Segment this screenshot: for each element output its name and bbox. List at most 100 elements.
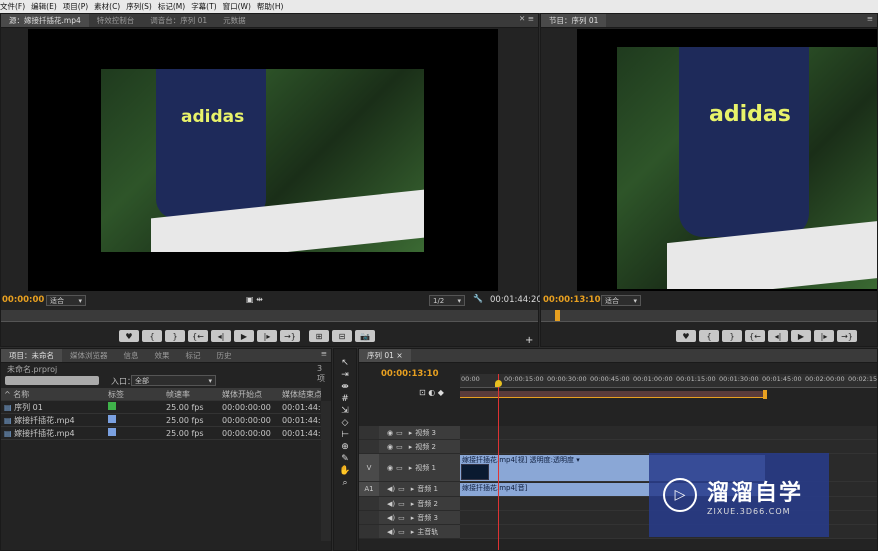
tab-metadata[interactable]: 元数据 (215, 14, 254, 27)
column-media-start[interactable]: 媒体开始点 (219, 389, 279, 400)
tab-program[interactable]: 节目：序列 01 (541, 14, 607, 27)
source-resolution-dropdown[interactable]: 1/2 ▾ (429, 295, 465, 306)
program-timeline-ruler[interactable] (541, 310, 877, 322)
playhead-marker-icon[interactable] (495, 380, 502, 387)
lock-icon[interactable]: ▭ (396, 443, 403, 451)
source-current-timecode[interactable]: 00:00:00 (2, 295, 44, 305)
work-area-bar[interactable] (460, 391, 765, 398)
step-back-button[interactable]: ◂| (211, 330, 231, 342)
menu-item-2[interactable]: 项目(P) (63, 1, 94, 12)
export-frame-button[interactable]: 📷 (355, 330, 375, 342)
program-panel-menu-icon[interactable]: ≡ (863, 14, 877, 27)
tab-effects[interactable]: 效果 (147, 349, 178, 362)
hand-tool-icon[interactable]: ✋ (339, 465, 351, 476)
eye-icon[interactable]: ◉ (387, 443, 393, 451)
work-area-end-icon[interactable] (763, 390, 767, 399)
menu-item-0[interactable]: 文件(F) (0, 1, 31, 12)
menu-item-8[interactable]: 帮助(H) (257, 1, 290, 12)
tab-project[interactable]: 项目：未命名 (1, 349, 62, 362)
play-button[interactable]: ▶ (234, 330, 254, 342)
track-target[interactable] (359, 511, 379, 525)
rolling-edit-tool-icon[interactable]: # (339, 393, 351, 404)
expand-icon[interactable]: ▸ (411, 528, 415, 536)
tab-audio-mixer[interactable]: 调音台：序列 01 (142, 14, 215, 27)
expand-icon[interactable]: ▸ (411, 485, 415, 493)
program-current-timecode[interactable]: 00:00:13:10 (543, 295, 601, 305)
program-step-forward-button[interactable]: |▸ (814, 330, 834, 342)
lock-icon[interactable]: ▭ (396, 429, 403, 437)
timeline-playhead[interactable] (498, 374, 499, 550)
program-fit-dropdown[interactable]: 适合 ▾ (601, 295, 641, 306)
tab-media-browser[interactable]: 媒体浏览器 (62, 349, 116, 362)
menu-item-3[interactable]: 素材(C) (94, 1, 126, 12)
project-panel-menu-icon[interactable]: ≡ (317, 349, 331, 362)
track-header[interactable]: ◉ ▭ ▸ 视频 2 (379, 440, 460, 454)
menu-item-4[interactable]: 序列(S) (126, 1, 158, 12)
lock-icon[interactable]: ▭ (398, 485, 405, 493)
add-marker-button[interactable]: ♥ (119, 330, 139, 342)
speaker-icon[interactable]: ◀) (387, 485, 395, 493)
track-target[interactable]: A1 (359, 482, 379, 497)
step-forward-button[interactable]: |▸ (257, 330, 277, 342)
project-row[interactable]: ▤ 嫁接扦插花.mp4 25.00 fps 00:00:00:00 00:01:44:… (1, 414, 321, 427)
program-add-marker-button[interactable]: ♥ (676, 330, 696, 342)
expand-icon[interactable]: ▸ (411, 500, 415, 508)
program-go-to-in-button[interactable]: {← (745, 330, 765, 342)
speaker-icon[interactable]: ◀) (387, 500, 395, 508)
expand-icon[interactable]: ▸ (409, 443, 413, 451)
program-go-to-out-button[interactable]: →} (837, 330, 857, 342)
razor-tool-icon[interactable]: ◇ (339, 417, 351, 428)
source-timeline-ruler[interactable] (1, 310, 538, 322)
overwrite-button[interactable]: ⊟ (332, 330, 352, 342)
track-lane[interactable] (460, 426, 877, 440)
rate-stretch-tool-icon[interactable]: ⇲ (339, 405, 351, 416)
source-toolbar-icons[interactable]: ▣ ⇹ (246, 295, 263, 304)
selection-tool-icon[interactable]: ↖ (339, 357, 351, 368)
track-header[interactable]: ◀) ▭ ▸ 主音轨 (379, 525, 460, 539)
track-target[interactable]: V (359, 454, 379, 482)
track-header[interactable]: ◉ ▭ ▸ 视频 1 (379, 454, 460, 482)
tab-info[interactable]: 信息 (116, 349, 147, 362)
pen-tool-icon[interactable]: ✎ (339, 453, 351, 464)
mark-out-button[interactable]: } (165, 330, 185, 342)
expand-icon[interactable]: ▸ (411, 514, 415, 522)
add-button-icon[interactable]: + (525, 335, 533, 346)
eye-icon[interactable]: ◉ (387, 464, 393, 472)
track-header[interactable]: ◀) ▭ ▸ 音频 3 (379, 511, 460, 525)
track-select-tool-icon[interactable]: ⇥ (339, 369, 351, 380)
track-target[interactable] (359, 440, 379, 454)
tab-source[interactable]: 源：嫁接扦插花.mp4 (1, 14, 89, 27)
lock-icon[interactable]: ▭ (396, 464, 403, 472)
expand-icon[interactable]: ▸ (409, 464, 413, 472)
track-target[interactable] (359, 426, 379, 440)
menu-item-7[interactable]: 窗口(W) (223, 1, 257, 12)
program-playhead[interactable] (555, 310, 560, 321)
track-header[interactable]: ◀) ▭ ▸ 音频 2 (379, 497, 460, 511)
zoom-tool-icon[interactable]: ⌕ (339, 477, 351, 488)
program-mark-in-button[interactable]: { (699, 330, 719, 342)
column-label[interactable]: 标签 (105, 389, 163, 400)
eye-icon[interactable]: ◉ (387, 429, 393, 437)
track-target[interactable] (359, 497, 379, 511)
tab-markers[interactable]: 标记 (178, 349, 209, 362)
source-fit-dropdown[interactable]: 适合 ▾ (46, 295, 86, 306)
menu-item-1[interactable]: 编辑(E) (31, 1, 63, 12)
track-header[interactable]: ◉ ▭ ▸ 视频 3 (379, 426, 460, 440)
project-row[interactable]: ▤ 嫁接扦插花.mp4 25.00 fps 00:00:00:00 00:01:44:… (1, 427, 321, 440)
track-lane[interactable] (460, 440, 877, 454)
lock-icon[interactable]: ▭ (398, 514, 405, 522)
slip-tool-icon[interactable]: ⊢ (339, 429, 351, 440)
project-scrollbar[interactable] (321, 401, 331, 541)
go-to-in-button[interactable]: {← (188, 330, 208, 342)
ripple-edit-tool-icon[interactable]: ⇼ (339, 381, 351, 392)
insert-button[interactable]: ⊞ (309, 330, 329, 342)
slide-tool-icon[interactable]: ⊕ (339, 441, 351, 452)
program-step-back-button[interactable]: ◂| (768, 330, 788, 342)
timeline-current-timecode[interactable]: 00:00:13:10 (381, 369, 439, 379)
program-mark-out-button[interactable]: } (722, 330, 742, 342)
expand-icon[interactable]: ▸ (409, 429, 413, 437)
column-media-end[interactable]: 媒体结束点 (279, 389, 321, 400)
lock-icon[interactable]: ▭ (398, 528, 405, 536)
mark-in-button[interactable]: { (142, 330, 162, 342)
project-search-input[interactable] (5, 376, 99, 385)
